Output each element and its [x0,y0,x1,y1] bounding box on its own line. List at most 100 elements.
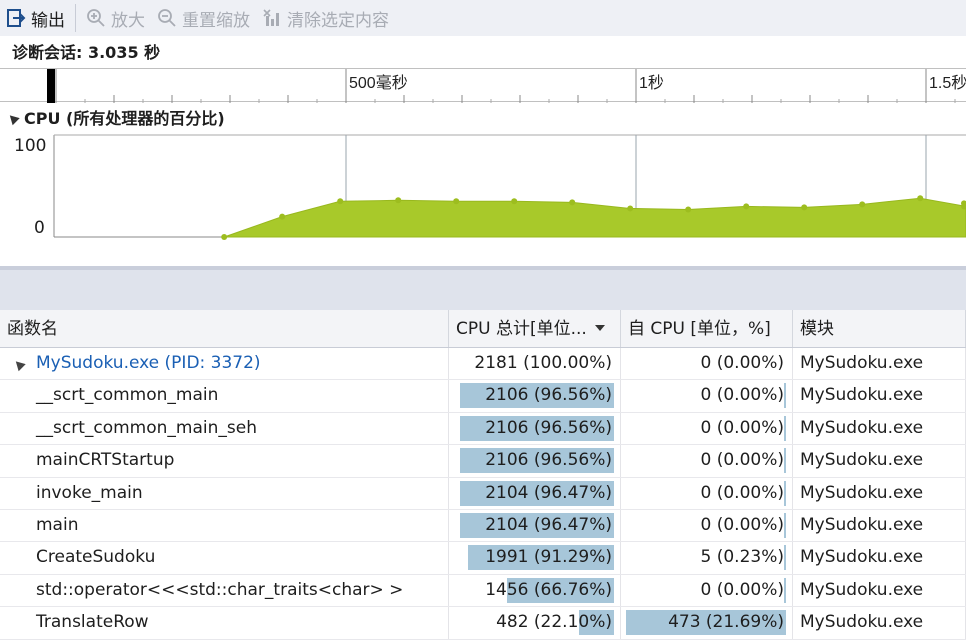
function-name-cell: __scrt_common_main_seh [0,412,449,445]
self-cpu-value: 473 (21.69%) [668,612,784,633]
section-divider[interactable] [0,266,966,310]
module-cell: MySudoku.exe [793,380,966,412]
self-cpu-bar [784,480,786,506]
cpu-data-point [627,205,634,212]
cpu-total-value: 2104 (96.47%) [485,482,612,503]
cpu-data-point [337,198,344,205]
self-cpu-value: 0 (0.00%) [700,417,785,438]
reset-zoom-label: 重置缩放 [182,10,250,31]
table-row[interactable]: __scrt_common_main_seh 2106 (96.56%) 0 (0.… [0,412,966,446]
cpu-data-point [743,203,750,210]
self-cpu-bar [784,577,786,603]
module-cell: MySudoku.exe [793,509,966,542]
module-cell: MySudoku.exe [793,607,966,639]
self-cpu-value: 0 (0.00%) [700,450,785,471]
call-tree-table: 函数名 CPU 总计[单位... 自 CPU [单位，%] 模块 MySudok… [0,310,966,640]
column-header-self-cpu[interactable]: 自 CPU [单位，%] [621,310,793,347]
module-name: MySudoku.exe [800,547,924,568]
collapse-triangle-icon[interactable] [6,111,20,126]
timeline-ruler[interactable]: 500毫秒 1秒 1.5秒 [0,68,966,103]
table-row[interactable]: __scrt_common_main 2106 (96.56%) 0 (0.00%)… [0,380,966,413]
cpu-data-point [917,195,924,202]
function-name-cell: std::operator<<<std::char_traits<char> > [0,574,449,607]
cpu-total-cell: 482 (22.10%) [449,607,621,639]
module-name: MySudoku.exe [800,579,924,600]
table-row[interactable]: invoke_main 2104 (96.47%) 0 (0.00%) MySudok… [0,477,966,510]
module-name: MySudoku.exe [800,417,924,438]
function-name-cell: TranslateRow [0,607,449,639]
cpu-data-point [221,234,228,240]
cpu-total-cell: 2106 (96.56%) [449,412,621,445]
function-name: CreateSudoku [36,547,156,568]
column-header-function-name[interactable]: 函数名 [0,310,449,347]
cpu-data-point [453,198,460,205]
cpu-total-cell: 2106 (96.56%) [449,380,621,412]
cpu-data-point [685,206,692,213]
self-cpu-bar [784,545,786,571]
self-cpu-cell: 0 (0.00%) [621,348,793,380]
column-header-cpu-total[interactable]: CPU 总计[单位... [449,310,621,347]
table-row[interactable]: CreateSudoku 1991 (91.29%) 5 (0.23%) MySudo… [0,542,966,575]
function-name: invoke_main [36,482,143,503]
function-name-cell: main [0,509,449,542]
function-name: __scrt_common_main_seh [36,417,257,438]
cpu-chart[interactable] [0,130,966,242]
column-header-function-name-label: 函数名 [7,319,58,339]
column-header-module-label: 模块 [800,319,834,339]
zoom-in-icon [87,9,105,27]
module-cell: MySudoku.exe [793,348,966,380]
cpu-data-point [279,213,286,220]
zoom-in-button[interactable]: 放大 [80,3,151,33]
cpu-section-title: CPU (所有处理器的百分比) [24,109,225,128]
function-name-cell: CreateSudoku [0,542,449,574]
ruler-tick-label-1s: 1秒 [639,74,664,92]
self-cpu-cell: 0 (0.00%) [621,380,793,412]
cpu-total-value: 2106 (96.56%) [485,385,612,406]
cpu-total-value: 1456 (66.76%) [485,579,612,600]
function-name: __scrt_common_main [36,385,219,406]
export-icon [7,9,26,27]
function-name: std::operator<<<std::char_traits<char> > [36,579,404,600]
cpu-total-value: 1991 (91.29%) [485,547,612,568]
self-cpu-value: 5 (0.23%) [700,547,785,568]
self-cpu-value: 0 (0.00%) [700,579,785,600]
cpu-area-series [224,197,966,238]
self-cpu-bar [784,415,786,441]
self-cpu-cell: 5 (0.23%) [621,542,793,574]
cpu-data-point [801,204,808,211]
export-label: 输出 [31,10,65,31]
self-cpu-cell: 0 (0.00%) [621,477,793,509]
ruler-tick-label-500ms: 500毫秒 [349,73,408,92]
reset-zoom-button[interactable]: 重置缩放 [151,3,256,33]
module-name: MySudoku.exe [800,482,924,503]
module-cell: MySudoku.exe [793,477,966,509]
toolbar: 输出 放大 重置缩放 清除选定内容 [0,0,966,36]
table-body: MySudoku.exe (PID: 3372) 2181 (100.00%) 0 … [0,348,966,640]
cpu-total-cell: 1991 (91.29%) [449,542,621,574]
self-cpu-cell: 0 (0.00%) [621,509,793,542]
self-cpu-cell: 473 (21.69%) [621,607,793,639]
toolbar-separator [75,4,76,32]
table-row[interactable]: mainCRTStartup 2106 (96.56%) 0 (0.00%) MySu… [0,445,966,478]
expand-triangle-icon[interactable] [12,357,26,372]
self-cpu-cell: 0 (0.00%) [621,412,793,445]
table-row[interactable]: std::operator<<<std::char_traits<char> >… [0,574,966,608]
module-cell: MySudoku.exe [793,412,966,445]
column-header-module[interactable]: 模块 [793,310,966,347]
table-row[interactable]: TranslateRow 482 (22.10%) 473 (21.69%) MySu… [0,607,966,640]
cpu-data-point [395,197,402,204]
function-name-cell: __scrt_common_main [0,380,449,412]
cpu-total-cell: 2106 (96.56%) [449,445,621,477]
function-name: TranslateRow [36,612,149,633]
table-row[interactable]: main 2104 (96.47%) 0 (0.00%) MySudoku.exe [0,509,966,543]
self-cpu-value: 0 (0.00%) [700,353,785,373]
sort-descending-icon [594,325,605,331]
export-button[interactable]: 输出 [0,3,71,33]
cpu-total-value: 2181 (100.00%) [474,353,612,373]
module-name: MySudoku.exe [800,385,924,406]
session-duration: 诊断会话: 3.035 秒 [0,36,966,69]
self-cpu-bar [784,512,786,538]
clear-selection-button[interactable]: 清除选定内容 [256,3,395,33]
cpu-total-value: 482 (22.10%) [496,612,612,633]
table-row[interactable]: MySudoku.exe (PID: 3372) 2181 (100.00%) 0 … [0,348,966,381]
